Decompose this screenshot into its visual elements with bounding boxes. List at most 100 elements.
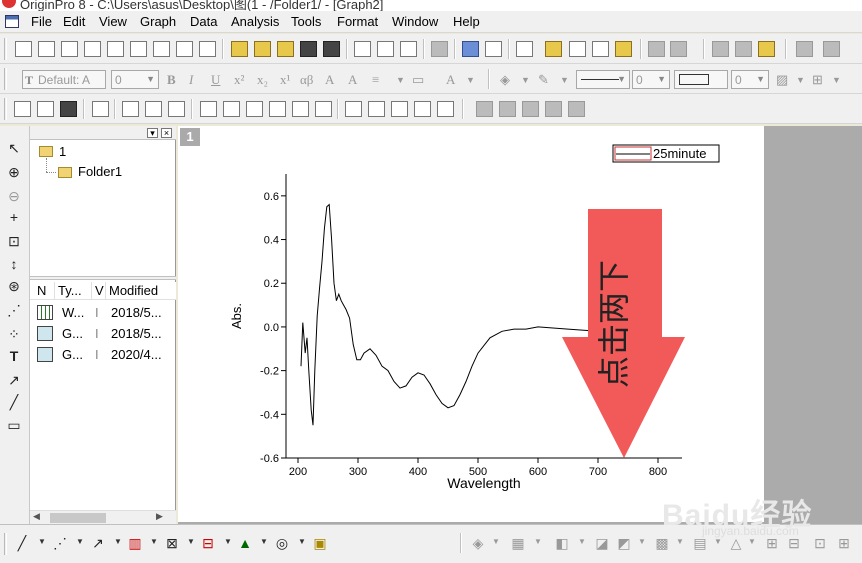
zoom-in-icon[interactable] [14, 101, 31, 117]
chevron-down-icon[interactable]: ▼ [676, 537, 684, 546]
panel-grid-icon[interactable]: ⊞ [834, 534, 854, 552]
scroll-left-icon[interactable]: ◀ [33, 511, 40, 522]
new-folder-icon[interactable] [38, 41, 55, 57]
template-library-icon[interactable]: ▣ [310, 534, 330, 552]
column-header-name[interactable]: N [34, 282, 55, 300]
3d-surface-icon[interactable]: ◈ [468, 534, 488, 552]
line-tool-icon[interactable]: ╱ [6, 394, 22, 410]
contour-icon[interactable]: ▩ [652, 534, 672, 552]
column-header-modified[interactable]: Modified [106, 282, 176, 300]
draw-data-icon[interactable]: ⊛ [6, 278, 22, 294]
back-icon[interactable] [568, 101, 585, 117]
new-graph-icon[interactable] [107, 41, 124, 57]
underline-icon[interactable]: U [211, 72, 220, 88]
add-layer-icon[interactable] [122, 101, 139, 117]
data-selector-icon[interactable]: ↕ [6, 256, 22, 272]
menu-help[interactable]: Help [453, 14, 480, 29]
date-time-icon[interactable] [414, 101, 431, 117]
layer-management-icon[interactable] [168, 101, 185, 117]
align-icon[interactable]: ≡ [372, 72, 379, 88]
pointer-icon[interactable]: ↖ [6, 140, 22, 156]
pie-chart-icon[interactable] [670, 41, 687, 57]
bold-icon[interactable]: B [167, 72, 176, 88]
x-axis-title[interactable]: Wavelength [447, 475, 520, 491]
chevron-down-icon[interactable]: ▼ [114, 537, 122, 546]
explorer-splitter[interactable] [30, 276, 176, 280]
table-icon[interactable] [437, 101, 454, 117]
import-multiple-ascii-icon[interactable] [377, 41, 394, 57]
duplicate-icon[interactable] [462, 41, 479, 57]
code-builder-icon[interactable] [615, 41, 632, 57]
graph-window[interactable]: 1 200 300 400 500 600 700 800 -0.6 -0.4 -0.2 0.0 0.… [178, 126, 764, 522]
new-layout-icon[interactable] [176, 41, 193, 57]
new-legend-icon[interactable] [368, 101, 385, 117]
group-icon[interactable] [499, 101, 516, 117]
toolbar-grip[interactable] [4, 98, 7, 120]
rectangle-tool-icon[interactable]: ▭ [6, 417, 22, 433]
menu-data[interactable]: Data [190, 14, 217, 29]
chevron-down-icon[interactable]: ▼ [260, 537, 268, 546]
polar-plot-icon[interactable]: ◎ [272, 534, 292, 552]
text-box-icon[interactable]: ▭ [412, 72, 424, 88]
horizontal-scrollbar[interactable]: ◀ ▶ [30, 510, 176, 524]
fill-width-combo[interactable]: 0 ▼ [731, 70, 769, 89]
menu-format[interactable]: Format [337, 14, 378, 29]
merge-graph-icon[interactable] [145, 101, 162, 117]
screen-reader-icon[interactable]: + [6, 209, 22, 225]
3d-bar-icon[interactable]: ▦ [508, 534, 528, 552]
copy-icon[interactable] [735, 41, 752, 57]
rescale-icon[interactable] [92, 101, 109, 117]
chevron-down-icon[interactable]: ▼ [298, 537, 306, 546]
chevron-down-icon[interactable]: ▼ [534, 537, 542, 546]
chevron-down-icon[interactable]: ▼ [832, 75, 841, 85]
axis-bottom-icon[interactable] [200, 101, 217, 117]
legend-box[interactable]: 25minute [612, 144, 720, 163]
text-tool-icon[interactable]: T [6, 348, 22, 364]
supersubscript-icon[interactable]: x¹ [280, 72, 290, 88]
command-window-icon[interactable] [592, 41, 609, 57]
toolbar-grip[interactable] [4, 533, 7, 555]
chevron-down-icon[interactable]: ▼ [187, 537, 195, 546]
column-plot-icon[interactable]: ▥ [125, 534, 145, 552]
statistics-plot-icon[interactable]: ⊟ [198, 534, 218, 552]
chevron-down-icon[interactable]: ▼ [748, 537, 756, 546]
area-plot-icon[interactable]: ▲ [235, 534, 255, 552]
axis-top-icon[interactable] [292, 101, 309, 117]
chevron-down-icon[interactable]: ▼ [796, 75, 805, 85]
axis-right-icon[interactable] [246, 101, 263, 117]
open-template-icon[interactable] [254, 41, 271, 57]
save-template-icon[interactable] [323, 41, 340, 57]
close-icon[interactable]: × [161, 128, 172, 138]
axis-frame-icon[interactable] [269, 101, 286, 117]
chevron-down-icon[interactable]: ▼ [396, 75, 405, 85]
menu-edit[interactable]: Edit [63, 14, 85, 29]
chevron-down-icon[interactable]: ▼ [560, 75, 569, 85]
data-reader-icon[interactable]: ⊡ [6, 233, 22, 249]
font-size-combo[interactable]: 0 ▼ [111, 70, 159, 89]
pattern-icon[interactable]: ▨ [776, 72, 788, 88]
mask-points-icon[interactable]: ⋰ [6, 302, 22, 318]
menu-file[interactable]: File [31, 14, 52, 29]
layer-arrange-icon[interactable] [823, 41, 840, 57]
superscript-icon[interactable]: x² [234, 72, 244, 88]
panel-horizontal-icon[interactable]: ⊡ [810, 534, 830, 552]
region-icon[interactable]: ⁘ [6, 326, 22, 342]
zoom-out-icon[interactable] [37, 101, 54, 117]
add-column-icon[interactable] [648, 41, 665, 57]
line-plot-icon[interactable]: ╱ [12, 534, 32, 552]
menu-window[interactable]: Window [392, 14, 438, 29]
column-header-type[interactable]: Ty... [55, 282, 92, 300]
list-item[interactable]: G... I 2018/5... [30, 324, 176, 345]
menu-tools[interactable]: Tools [291, 14, 321, 29]
zoom-in-icon[interactable]: ⊕ [6, 164, 22, 180]
increase-font-icon[interactable]: A [325, 72, 334, 88]
scatter-plot-icon[interactable]: ⋰ [50, 534, 70, 552]
chevron-down-icon[interactable]: ▼ [224, 537, 232, 546]
new-excel-icon[interactable] [84, 41, 101, 57]
scroll-thumb[interactable] [50, 513, 106, 523]
chevron-down-icon[interactable]: ▼ [638, 537, 646, 546]
grid-pattern-icon[interactable]: ⊞ [812, 72, 823, 88]
chevron-down-icon[interactable]: ▼ [521, 75, 530, 85]
column-header-view[interactable]: V [92, 282, 106, 300]
line-symbol-plot-icon[interactable]: ↗ [88, 534, 108, 552]
